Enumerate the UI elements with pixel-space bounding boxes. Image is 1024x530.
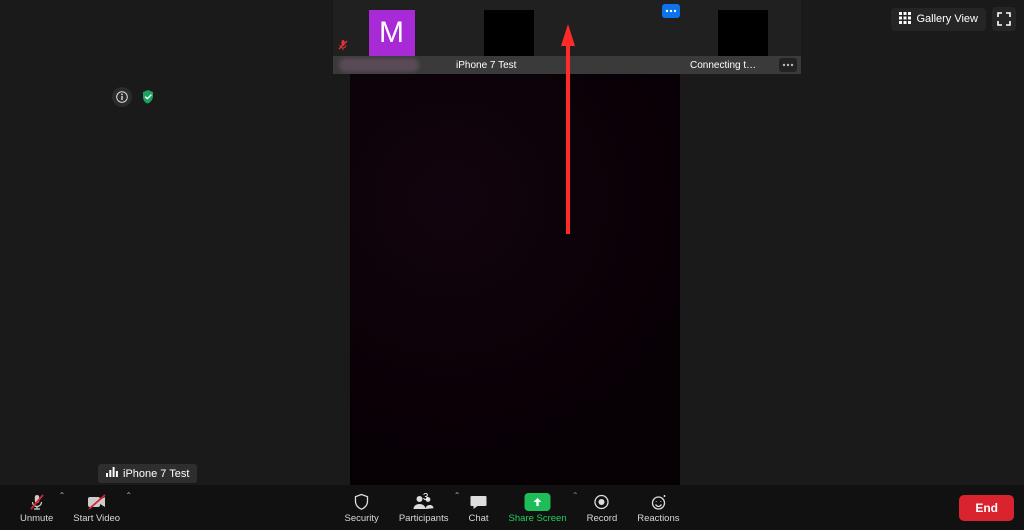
unmute-label: Unmute (20, 514, 53, 524)
security-label: Security (344, 514, 378, 524)
start-video-label: Start Video (73, 514, 120, 524)
video-off-placeholder (484, 10, 534, 56)
video-menu-caret[interactable]: ⌃ (125, 492, 132, 501)
reactions-button[interactable]: Reactions (627, 488, 689, 526)
shield-icon (353, 492, 371, 512)
mic-muted-icon (28, 492, 46, 512)
security-button[interactable]: Security (334, 488, 388, 526)
reactions-icon (649, 492, 667, 512)
more-icon (665, 9, 677, 13)
redacted-name (339, 58, 419, 72)
unmute-button[interactable]: ⌃ Unmute (10, 488, 63, 526)
start-video-button[interactable]: ⌃ Start Video (63, 488, 130, 526)
participant-name-bar (567, 56, 684, 74)
end-meeting-button[interactable]: End (959, 495, 1014, 521)
participant-name-bar: Connecting t… (684, 56, 801, 74)
fullscreen-icon (997, 12, 1011, 26)
participant-tile[interactable]: M (333, 0, 450, 74)
participants-label: Participants (399, 514, 449, 524)
participant-name-bar (333, 56, 450, 74)
reactions-label: Reactions (637, 514, 679, 524)
fullscreen-button[interactable] (992, 7, 1016, 31)
participant-name: iPhone 7 Test (456, 60, 516, 71)
share-screen-button[interactable]: ⌃ Share Screen (499, 488, 577, 526)
meeting-info-button[interactable] (112, 87, 132, 107)
encryption-badge[interactable] (138, 87, 158, 107)
chat-button[interactable]: Chat (458, 488, 498, 526)
record-button[interactable]: Record (577, 488, 628, 526)
grid-icon (899, 12, 911, 27)
record-icon (594, 492, 610, 512)
video-off-placeholder (718, 10, 768, 56)
avatar: M (369, 10, 415, 56)
chat-icon (469, 492, 487, 512)
shield-check-icon (140, 89, 156, 105)
end-label: End (975, 501, 998, 515)
participant-strip: M iPhone 7 Test Connecting t… (333, 0, 801, 74)
gallery-view-label: Gallery View (916, 13, 978, 25)
info-icon (116, 91, 128, 103)
meeting-toolbar: ⌃ Unmute ⌃ Start Video Security ⌃ 3 (0, 485, 1024, 530)
audio-level-icon (106, 467, 118, 480)
record-label: Record (587, 514, 618, 524)
participant-more-button[interactable] (779, 58, 797, 72)
video-off-icon (87, 492, 107, 512)
participants-button[interactable]: ⌃ 3 Participants (389, 488, 459, 526)
chat-label: Chat (468, 514, 488, 524)
participant-tile[interactable]: iPhone 7 Test (450, 0, 567, 74)
more-icon (782, 63, 794, 67)
participants-count: 3 (423, 492, 429, 503)
share-screen-icon (525, 492, 551, 512)
participant-more-button[interactable] (662, 4, 680, 18)
share-screen-label: Share Screen (509, 514, 567, 524)
participant-tile[interactable]: Connecting t… (684, 0, 801, 74)
gallery-view-button[interactable]: Gallery View (891, 8, 986, 31)
participant-tile[interactable] (567, 0, 684, 74)
participant-name-bar: iPhone 7 Test (450, 56, 567, 74)
mic-muted-icon (337, 39, 349, 54)
talking-indicator-tooltip: iPhone 7 Test (98, 464, 197, 483)
talking-participant-name: iPhone 7 Test (123, 468, 189, 480)
main-video[interactable] (350, 74, 680, 492)
